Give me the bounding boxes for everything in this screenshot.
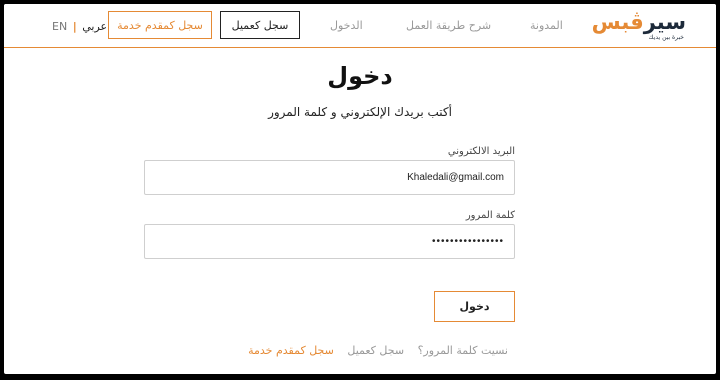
logo-wordmark: سيرڤبس bbox=[591, 10, 687, 34]
brand-logo[interactable]: سيرڤبس خبرة بين يديك bbox=[592, 10, 687, 44]
forgot-password-link[interactable]: نسيت كلمة المرور؟ bbox=[418, 344, 508, 357]
email-field[interactable] bbox=[144, 160, 515, 195]
logo-tagline: خبرة بين يديك bbox=[648, 34, 684, 41]
footer-links: نسيت كلمة المرور؟ سجل كعميل سجل كمقدم خد… bbox=[248, 344, 508, 357]
login-submit-button[interactable]: دخول bbox=[434, 291, 515, 322]
nav-login-link[interactable]: الدخول bbox=[330, 19, 363, 32]
register-client-button[interactable]: سجل كعميل bbox=[220, 11, 300, 39]
page-subtitle: أكتب بريدك الإلكتروني و كلمة المرور bbox=[268, 105, 452, 119]
logo-part-2: ڤ bbox=[629, 10, 644, 34]
nav-blog-link[interactable]: المدونة bbox=[530, 19, 563, 32]
logo-part-1: سير bbox=[643, 10, 687, 34]
register-provider-button[interactable]: سجل كمقدم خدمة bbox=[108, 11, 212, 39]
language-switcher: EN | عربي bbox=[52, 20, 107, 33]
nav-how-it-works-link[interactable]: شرح طريقة العمل bbox=[406, 19, 491, 32]
top-navbar: EN | عربي سجل كمقدم خدمة سجل كعميل الدخو… bbox=[4, 4, 716, 48]
browser-viewport: EN | عربي سجل كمقدم خدمة سجل كعميل الدخو… bbox=[4, 4, 716, 374]
logo-part-3: بس bbox=[591, 10, 631, 34]
page-title: دخول bbox=[327, 62, 393, 90]
footer-register-provider-link[interactable]: سجل كمقدم خدمة bbox=[248, 344, 334, 357]
footer-register-client-link[interactable]: سجل كعميل bbox=[347, 344, 404, 357]
lang-en-link[interactable]: EN bbox=[52, 20, 67, 33]
lang-separator: | bbox=[72, 20, 77, 33]
lang-ar-link[interactable]: عربي bbox=[82, 20, 107, 33]
password-field[interactable] bbox=[144, 224, 515, 259]
password-label: كلمة المرور bbox=[465, 210, 515, 221]
email-label: البريد الالكتروني bbox=[447, 146, 515, 157]
